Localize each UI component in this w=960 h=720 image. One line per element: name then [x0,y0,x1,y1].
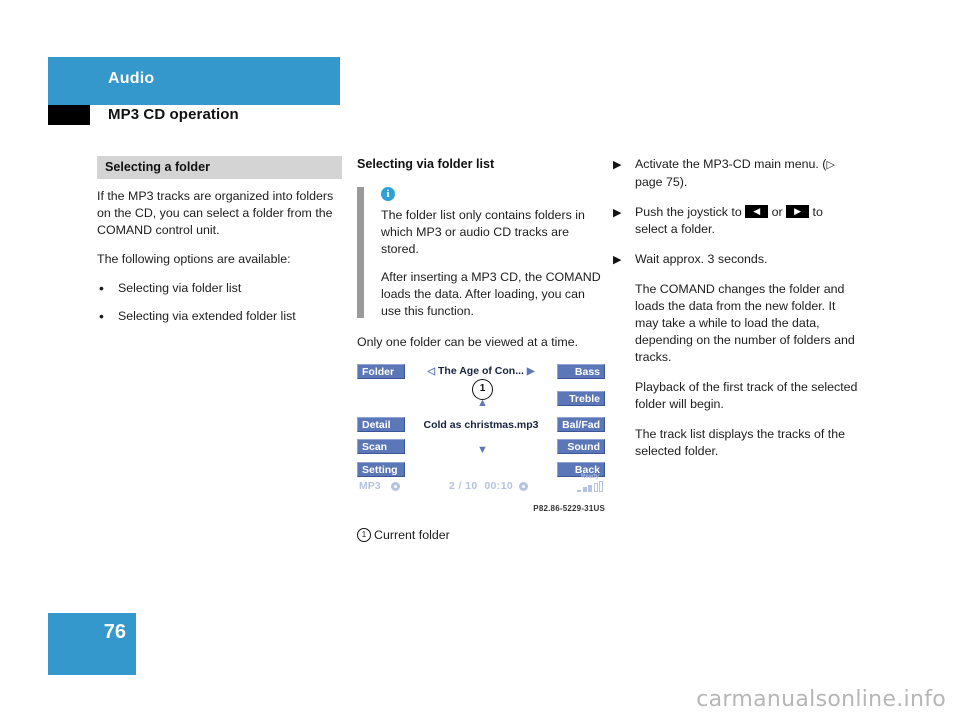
current-folder-row: ◁ The Age of Con... ▶ [412,364,550,379]
comand-button-folder[interactable]: Folder [357,364,405,379]
list-item-label: Selecting via folder list [118,281,242,295]
options-bullet-list: • Selecting via folder list • Selecting … [97,280,342,325]
middle-paragraph-after-note: Only one folder can be viewed at a time. [357,335,579,349]
watermark: carmanualsonline.info [696,687,946,712]
step-text-part: Activate the MP3-CD main menu. ( [635,157,827,171]
disc-icon [391,482,400,491]
page-reference-icon: ▷ [826,159,835,171]
procedure-step-list: ▶ Activate the MP3-CD main menu. (▷ page… [613,156,858,460]
note-side-bar [357,187,364,318]
status-ready-label: Ready [580,474,599,480]
comand-display: Folder Detail Scan Setting Bass Treble B… [357,362,605,497]
subheading-selecting-a-folder: Selecting a folder [97,156,342,179]
comand-button-bass[interactable]: Bass [557,364,605,379]
legend-label: Current folder [374,528,450,542]
folder-next-icon[interactable]: ▶ [527,366,535,377]
bullet-icon: • [99,280,104,296]
comand-button-treble[interactable]: Treble [557,391,605,406]
comand-button-setting[interactable]: Setting [357,462,405,477]
status-elapsed-time: 00:10 [484,480,514,492]
left-paragraph-2: The following options are available: [97,252,291,266]
step-text-part: Push the joystick to [635,205,746,219]
disc-icon [519,482,528,491]
info-icon: i [381,187,395,201]
comand-screen-figure: Folder Detail Scan Setting Bass Treble B… [357,362,605,532]
status-track-position: 2 / 10 [449,480,478,492]
joystick-right-icon: ▶ [786,205,810,219]
current-track-label: Cold as christmas.mp3 [423,419,539,431]
left-column: Selecting a folder If the MP3 tracks are… [97,156,342,337]
folder-prev-icon[interactable]: ◁ [427,366,435,377]
comand-button-scan[interactable]: Scan [357,439,405,454]
list-item: • Selecting via folder list [97,280,342,297]
list-item: • Selecting via extended folder list [97,308,342,325]
scroll-down-icon[interactable]: ▼ [477,445,488,456]
result-paragraph: The COMAND changes the folder and loads … [635,282,855,364]
info-note-block: i The folder list only contains folders … [357,185,602,320]
result-paragraph: Playback of the first track of the selec… [635,380,858,411]
section-marker-tab [48,105,90,125]
comand-status-bar: MP3 2 / 10 00:10 Ready [357,474,605,496]
step-arrow-icon: ▶ [613,159,622,171]
status-source-label: MP3 [359,480,381,492]
result-paragraph: The track list displays the tracks of th… [635,427,846,458]
note-paragraph-1: The folder list only contains folders in… [381,208,585,256]
step-arrow-icon: ▶ [613,254,622,266]
comand-button-detail[interactable]: Detail [357,417,405,432]
procedure-step: ▶ Push the joystick to ◀ or ▶ to select … [613,204,858,238]
page-number-box: 76 [48,613,136,675]
figure-reference-code: P82.86-5229-31US [533,504,605,513]
step-text: Push the joystick to ◀ or ▶ to select a … [635,205,823,236]
chapter-header-band: Audio [48,57,340,105]
step-text-part: page 75). [635,175,688,189]
step-arrow-icon: ▶ [613,207,622,219]
step-text-part: or [768,205,787,219]
comand-button-sound[interactable]: Sound [557,439,605,454]
procedure-step: ▶ Wait approx. 3 seconds. [613,251,858,268]
right-column: ▶ Activate the MP3-CD main menu. (▷ page… [613,156,858,473]
folder-name-label: The Age of Con... [438,365,524,377]
joystick-left-icon: ◀ [745,205,769,219]
status-track-and-time: 2 / 10 00:10 [449,480,513,492]
middle-column: Selecting via folder list i The folder l… [357,156,602,363]
figure-legend: 1 Current folder [357,527,450,544]
step-text: Wait approx. 3 seconds. [635,252,768,266]
bullet-icon: • [99,308,104,324]
subheading-selecting-via-folder-list: Selecting via folder list [357,157,495,171]
page-number: 76 [103,621,126,643]
signal-strength-icon [577,481,603,492]
legend-number: 1 [357,527,371,542]
procedure-step: ▶ Activate the MP3-CD main menu. (▷ page… [613,156,858,191]
comand-button-bal-fad[interactable]: Bal/Fad [557,417,605,432]
list-item-label: Selecting via extended folder list [118,309,296,323]
chapter-title: Audio [108,70,155,87]
step-text: Activate the MP3-CD main menu. (▷ page 7… [635,157,835,189]
left-paragraph-1: If the MP3 tracks are organized into fol… [97,189,334,237]
note-paragraph-2: After inserting a MP3 CD, the COMAND loa… [381,270,601,318]
page-title: MP3 CD operation [108,106,239,123]
callout-marker-1: 1 [472,379,493,400]
